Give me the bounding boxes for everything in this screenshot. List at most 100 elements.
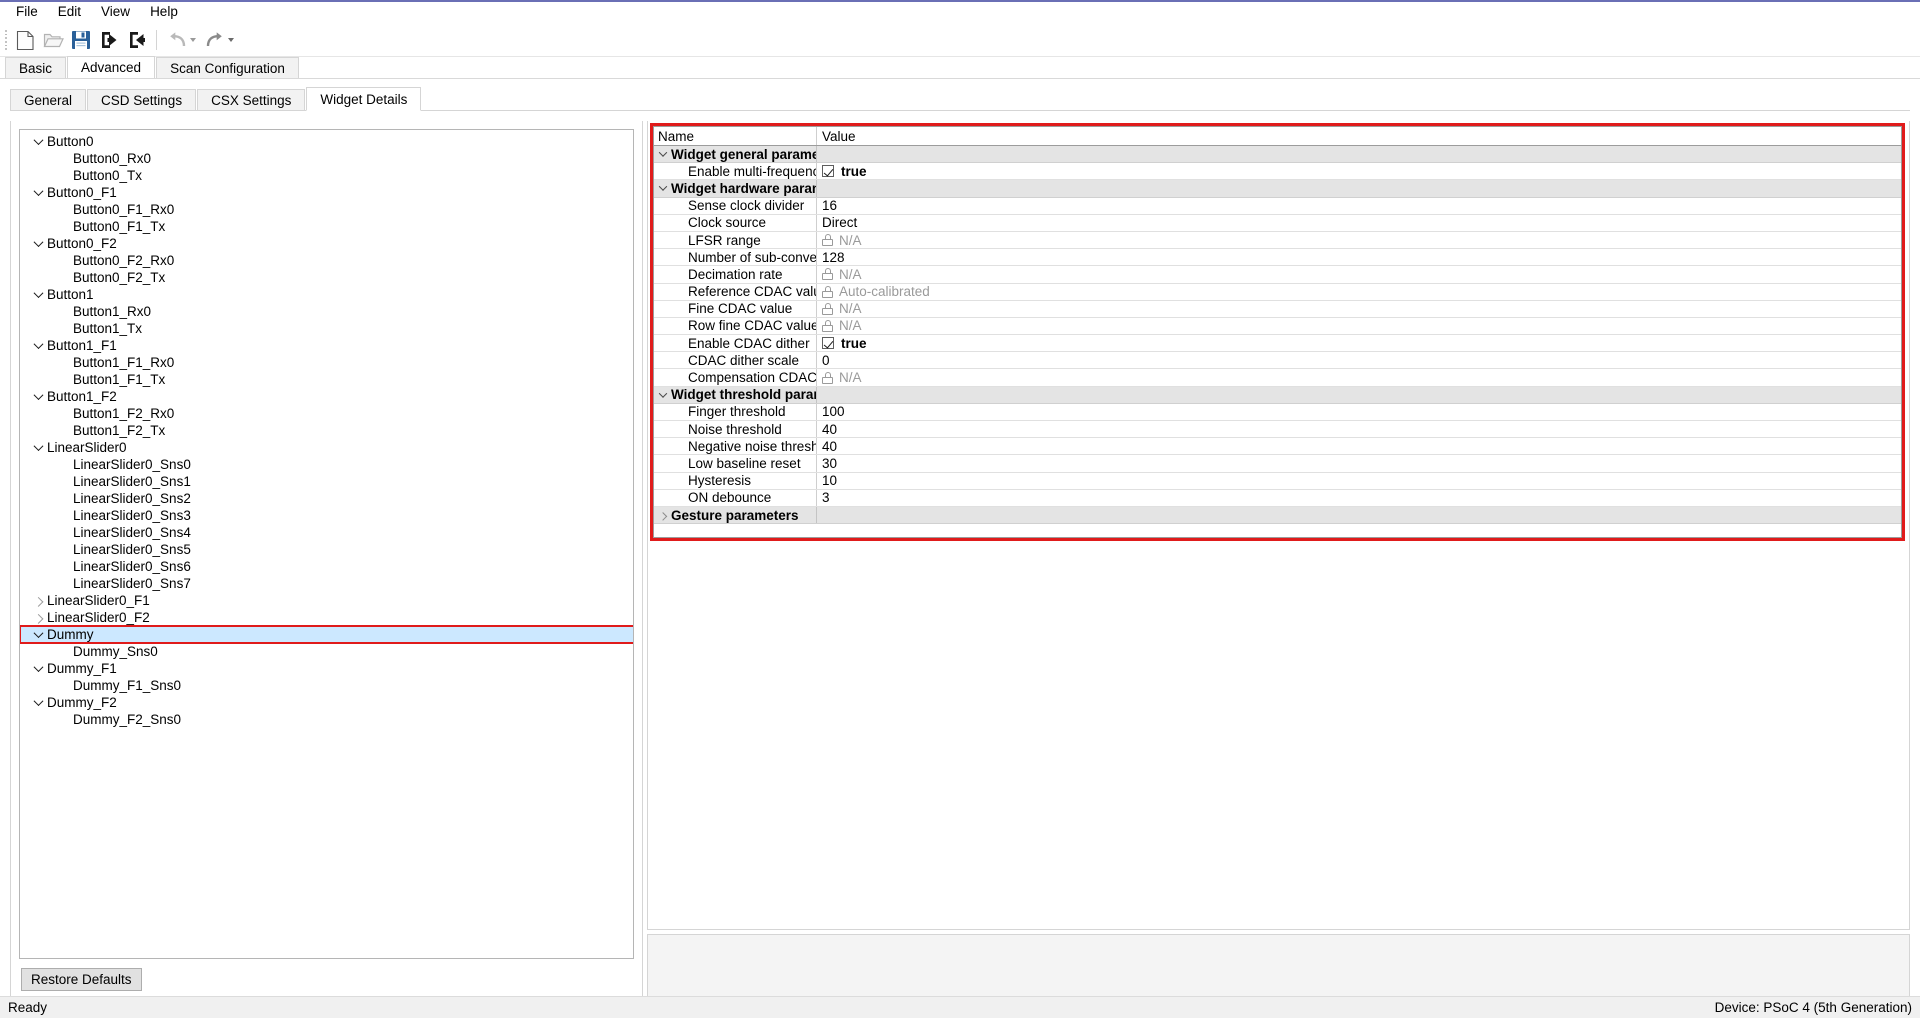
tab-scan-configuration[interactable]: Scan Configuration [156, 57, 299, 78]
parameter-value[interactable]: 10 [817, 473, 1901, 489]
parameter-row[interactable]: Clock source Direct [654, 214, 1901, 232]
tree-item[interactable]: Button1_F1_Tx [20, 371, 633, 388]
tree-item[interactable]: Button0 [20, 133, 633, 150]
tree-item[interactable]: Button1_F2_Rx0 [20, 405, 633, 422]
parameter-value[interactable]: N/A [817, 369, 1901, 385]
tree-item[interactable]: Button0_Rx0 [20, 150, 633, 167]
parameter-row[interactable]: Finger threshold 100 [654, 403, 1901, 421]
parameter-value[interactable]: 0 [817, 352, 1901, 368]
parameter-row[interactable]: Enable multi-frequency scan true [654, 163, 1901, 181]
chevron-down-icon[interactable] [29, 133, 47, 150]
parameter-row[interactable]: LFSR range N/A [654, 231, 1901, 250]
tab-advanced[interactable]: Advanced [67, 56, 156, 78]
undo-dropdown-caret[interactable] [189, 38, 196, 42]
menu-edit[interactable]: Edit [48, 1, 91, 23]
tree-item[interactable]: Button0_F1 [20, 184, 633, 201]
parameter-value[interactable]: 16 [817, 198, 1901, 214]
chevron-right-icon[interactable] [29, 592, 47, 609]
subtab-widget-details[interactable]: Widget Details [306, 87, 422, 111]
chevron-down-icon[interactable] [29, 694, 47, 711]
tree-item[interactable]: LinearSlider0 [20, 439, 633, 456]
chevron-down-icon[interactable] [29, 439, 47, 456]
subtab-csd-settings[interactable]: CSD Settings [87, 89, 197, 111]
parameter-row[interactable]: Number of sub-conversions 128 [654, 249, 1901, 267]
tree-item[interactable]: Button0_F2_Rx0 [20, 252, 633, 269]
subtab-general[interactable]: General [10, 89, 87, 111]
tree-item[interactable]: LinearSlider0_F2 [20, 609, 633, 626]
parameter-value[interactable]: N/A [817, 318, 1901, 334]
chevron-down-icon[interactable] [29, 235, 47, 252]
redo-button[interactable] [201, 27, 237, 53]
parameter-row[interactable]: Negative noise threshold 40 [654, 438, 1901, 456]
parameter-group-row[interactable]: Widget general parameters [654, 146, 1901, 164]
tree-item[interactable]: Dummy_Sns0 [20, 643, 633, 660]
parameter-value[interactable]: N/A [817, 266, 1901, 282]
tree-item[interactable]: Button1_F1_Rx0 [20, 354, 633, 371]
save-button[interactable] [68, 27, 94, 53]
parameter-row[interactable]: Sense clock divider 16 [654, 197, 1901, 215]
menu-file[interactable]: File [6, 1, 48, 23]
tree-item[interactable]: LinearSlider0_Sns5 [20, 541, 633, 558]
restore-defaults-button[interactable]: Restore Defaults [21, 967, 142, 991]
tree-item[interactable]: Dummy_F1 [20, 660, 633, 677]
tree-item[interactable]: LinearSlider0_Sns2 [20, 490, 633, 507]
tree-item[interactable]: Button1_F2 [20, 388, 633, 405]
parameter-value[interactable]: 40 [817, 438, 1901, 454]
parameter-value[interactable]: true [817, 163, 1901, 179]
tree-item-selected[interactable]: Dummy [20, 625, 633, 644]
tree-item[interactable]: Button1_Rx0 [20, 303, 633, 320]
parameters-grid[interactable]: Name Value Widget general parametersEnab… [653, 126, 1902, 538]
chevron-down-icon[interactable] [29, 388, 47, 405]
parameter-row[interactable]: Enable CDAC dither true [654, 335, 1901, 353]
tree-item[interactable]: Button0_F2 [20, 235, 633, 252]
tree-item[interactable]: LinearSlider0_Sns1 [20, 473, 633, 490]
tree-item[interactable]: LinearSlider0_Sns7 [20, 575, 633, 592]
checkbox-checked-icon[interactable] [822, 337, 834, 350]
export-button[interactable] [124, 27, 150, 53]
parameter-row[interactable]: ON debounce 3 [654, 489, 1901, 507]
tree-item[interactable]: Button0_F1_Rx0 [20, 201, 633, 218]
tree-item[interactable]: LinearSlider0_Sns3 [20, 507, 633, 524]
parameter-row[interactable]: Low baseline reset 30 [654, 455, 1901, 473]
menu-view[interactable]: View [91, 1, 140, 23]
menu-help[interactable]: Help [140, 1, 188, 23]
subtab-csx-settings[interactable]: CSX Settings [197, 89, 306, 111]
chevron-down-icon[interactable] [29, 286, 47, 303]
parameter-group-row[interactable]: Widget hardware parameters [654, 180, 1901, 198]
tree-item[interactable]: Button1 [20, 286, 633, 303]
tree-item[interactable]: Button1_Tx [20, 320, 633, 337]
parameter-value[interactable]: 30 [817, 455, 1901, 471]
parameter-value[interactable]: Auto-calibrated [817, 284, 1901, 300]
tree-item[interactable]: LinearSlider0_Sns0 [20, 456, 633, 473]
tree-item[interactable]: Button0_F1_Tx [20, 218, 633, 235]
tab-basic[interactable]: Basic [5, 57, 67, 78]
parameter-value[interactable]: 100 [817, 404, 1901, 420]
parameter-group-row[interactable]: Gesture parameters [654, 506, 1901, 525]
parameter-row[interactable]: Row fine CDAC value N/A [654, 317, 1901, 336]
tree-item[interactable]: Dummy_F2 [20, 694, 633, 711]
parameter-row[interactable]: Decimation rate N/A [654, 266, 1901, 284]
parameter-value[interactable]: N/A [817, 232, 1901, 248]
chevron-down-icon[interactable] [654, 182, 671, 192]
import-button[interactable] [96, 27, 122, 53]
parameter-value[interactable]: 3 [817, 490, 1901, 506]
tree-item[interactable]: Button1_F2_Tx [20, 422, 633, 439]
parameter-value[interactable]: 40 [817, 421, 1901, 437]
checkbox-checked-icon[interactable] [822, 165, 834, 178]
parameter-row[interactable]: Reference CDAC value Auto-calibrated [654, 283, 1901, 301]
chevron-down-icon[interactable] [29, 184, 47, 201]
parameter-value[interactable]: true [817, 335, 1901, 351]
tree-item[interactable]: Button0_F2_Tx [20, 269, 633, 286]
redo-dropdown-caret[interactable] [227, 38, 234, 42]
chevron-right-icon[interactable] [654, 512, 671, 521]
undo-button[interactable] [163, 27, 199, 53]
parameter-row[interactable]: Compensation CDAC divider N/A [654, 369, 1901, 387]
widget-tree[interactable]: Button0 Button0_Rx0 Button0_Tx Button0_F1 Bu… [19, 129, 634, 959]
tree-item[interactable]: Button1_F1 [20, 337, 633, 354]
parameter-value[interactable]: Direct [817, 215, 1901, 231]
chevron-down-icon[interactable] [654, 389, 671, 398]
parameter-row[interactable]: Noise threshold 40 [654, 421, 1901, 439]
parameter-value[interactable]: 128 [817, 249, 1901, 265]
chevron-right-icon[interactable] [29, 609, 47, 626]
parameter-value[interactable]: N/A [817, 301, 1901, 317]
